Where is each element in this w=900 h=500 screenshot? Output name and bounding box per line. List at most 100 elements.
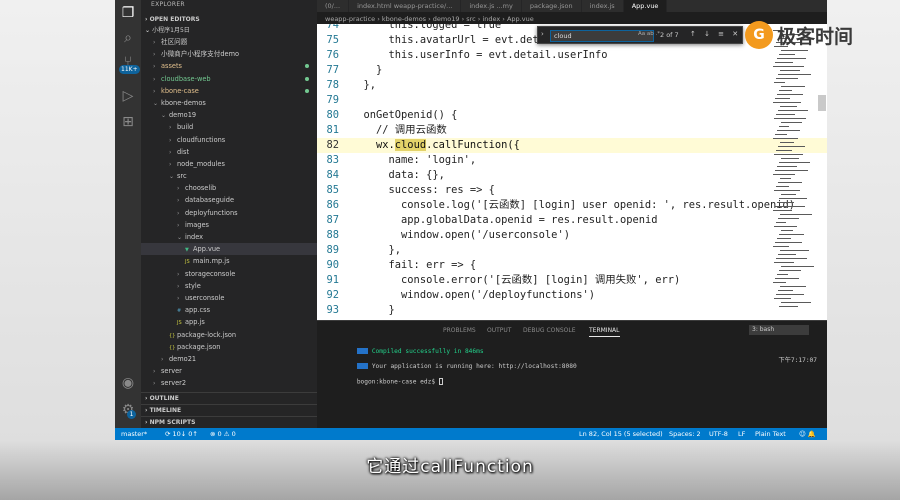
tree-item[interactable]: › cloudbase-web xyxy=(141,73,317,85)
files-icon[interactable]: ❐ xyxy=(118,3,138,23)
tree-item[interactable]: › databaseguide xyxy=(141,194,317,206)
tree-item[interactable]: ⌄ index xyxy=(141,231,317,243)
tree-item[interactable]: › dist xyxy=(141,146,317,158)
extensions-icon[interactable]: ⊞ xyxy=(118,112,138,132)
editor-scrollbar[interactable] xyxy=(818,95,826,111)
terminal-select[interactable]: 3: bash xyxy=(749,325,809,335)
minimap-line xyxy=(775,98,790,99)
tab-output[interactable]: OUTPUT xyxy=(487,327,511,334)
line-ending[interactable]: LF xyxy=(738,428,745,440)
toggle-replace-icon[interactable]: › xyxy=(541,30,544,38)
tree-item[interactable]: JS app.js xyxy=(141,316,317,328)
minimap[interactable] xyxy=(773,30,814,320)
line-number: 84 xyxy=(326,169,339,181)
cursor-position[interactable]: Ln 82, Col 15 (5 selected) xyxy=(579,428,663,440)
tree-item[interactable]: › server xyxy=(141,365,317,377)
timeline-section[interactable]: › TIMELINE xyxy=(141,404,317,416)
problems-indicator[interactable]: ⊗ 0 ⚠ 0 xyxy=(210,428,236,440)
code-line[interactable]: 84 data: {}, xyxy=(317,168,827,183)
editor-tab[interactable]: package.json xyxy=(522,0,582,12)
minimap-line xyxy=(778,218,799,219)
tree-item[interactable]: › assets xyxy=(141,60,317,72)
tree-item[interactable]: › images xyxy=(141,219,317,231)
code-line[interactable]: 82 wx.cloud.callFunction({ xyxy=(317,138,827,153)
open-editors-section[interactable]: › OPEN EDITORS xyxy=(141,14,317,25)
terminal-prompt[interactable]: bogon:kbone-case edz$ xyxy=(327,371,443,393)
code-line[interactable]: 78 }, xyxy=(317,78,827,93)
sync-indicator[interactable]: ⟳ 10↓ 0↑ xyxy=(165,428,198,440)
editor-tab[interactable]: index.html weapp-practice/... xyxy=(349,0,462,12)
code-line[interactable]: 79 xyxy=(317,93,827,108)
outline-section[interactable]: › OUTLINE xyxy=(141,392,317,404)
minimap-line xyxy=(775,134,787,135)
code-editor[interactable]: 74 this.logged = true 75 this.avatarUrl =… xyxy=(317,24,827,320)
tree-item[interactable]: › 社区问题 xyxy=(141,36,317,48)
tree-item[interactable]: › chooselib xyxy=(141,182,317,194)
minimap-line xyxy=(781,122,802,123)
tree-item[interactable]: › style xyxy=(141,280,317,292)
account-icon[interactable]: ◉ xyxy=(118,373,138,393)
code-line[interactable]: 89 }, xyxy=(317,243,827,258)
tree-item[interactable]: › 小微商户小程序支付demo xyxy=(141,48,317,60)
git-status-dot xyxy=(305,88,309,93)
tree-item[interactable]: # app.css xyxy=(141,304,317,316)
tab-terminal[interactable]: TERMINAL xyxy=(589,327,620,337)
code-line[interactable]: 88 window.open('/userconsole') xyxy=(317,228,827,243)
tab-problems[interactable]: PROBLEMS xyxy=(443,327,476,334)
tree-item[interactable]: {} package.json xyxy=(141,341,317,353)
run-debug-icon[interactable]: ▷ xyxy=(118,86,138,106)
code-line[interactable]: 93 } xyxy=(317,303,827,318)
minimap-line xyxy=(774,118,806,119)
code-line[interactable]: 92 window.open('/deployfunctions') xyxy=(317,288,827,303)
line-number: 74 xyxy=(326,24,339,31)
tree-item[interactable]: › demo21 xyxy=(141,353,317,365)
minimap-line xyxy=(777,166,797,167)
minimap-line xyxy=(781,158,799,159)
tree-item[interactable]: ⌄ demo19 xyxy=(141,109,317,121)
tree-item[interactable]: › server2 xyxy=(141,377,317,389)
tree-item[interactable]: › storageconsole xyxy=(141,268,317,280)
tree-item[interactable]: ⌄ src xyxy=(141,170,317,182)
minimap-line xyxy=(774,262,794,263)
code-line[interactable]: 87 app.globalData.openid = res.result.op… xyxy=(317,213,827,228)
line-number: 82 xyxy=(326,139,339,151)
code-line[interactable]: 85 success: res => { xyxy=(317,183,827,198)
code-line[interactable]: 81 // 调用云函数 xyxy=(317,123,827,138)
code-line[interactable]: 91 console.error('[云函数] [login] 调用失败', e… xyxy=(317,273,827,288)
search-icon[interactable]: ⌕ xyxy=(118,28,138,48)
editor-tab[interactable]: App.vue xyxy=(623,0,668,12)
npm-scripts-section[interactable]: › NPM SCRIPTS xyxy=(141,416,317,428)
tree-item[interactable]: › deployfunctions xyxy=(141,207,317,219)
branch-indicator[interactable]: master* xyxy=(121,428,147,440)
language-mode[interactable]: Plain Text xyxy=(755,428,786,440)
tree-item[interactable]: › kbone-case xyxy=(141,85,317,97)
indentation[interactable]: Spaces: 2 xyxy=(669,428,701,440)
tree-item[interactable]: › userconsole xyxy=(141,292,317,304)
find-options[interactable]: Aa ab .* xyxy=(638,31,660,37)
tree-item[interactable]: ▼ App.vue xyxy=(141,243,317,256)
tab-debug-console[interactable]: DEBUG CONSOLE xyxy=(523,327,576,334)
minimap-line xyxy=(775,278,799,279)
minimap-line xyxy=(773,66,804,67)
tree-item[interactable]: › build xyxy=(141,121,317,133)
project-section[interactable]: ⌄ 小程序1月5日 xyxy=(141,25,317,36)
tree-item-label: deployfunctions xyxy=(185,208,238,217)
tree-item[interactable]: JS main.mp.js xyxy=(141,255,317,267)
editor-tab[interactable]: index.js ...my xyxy=(461,0,522,12)
editor-tab[interactable]: index.js xyxy=(582,0,624,12)
minimap-line xyxy=(779,198,807,199)
find-nav-buttons[interactable]: ↑ ↓ ≡ ✕ xyxy=(690,30,741,38)
tree-item[interactable]: ⌄ kbone-demos xyxy=(141,97,317,109)
encoding[interactable]: UTF-8 xyxy=(709,428,728,440)
code-line[interactable]: 83 name: 'login', xyxy=(317,153,827,168)
code-line[interactable]: 86 console.log('[云函数] [login] user openi… xyxy=(317,198,827,213)
editor-tab[interactable]: (0/... xyxy=(317,0,350,12)
feedback-icons[interactable]: ☺ 🔔 xyxy=(799,428,816,440)
line-number: 85 xyxy=(326,184,339,196)
tree-item[interactable]: › node_modules xyxy=(141,158,317,170)
code-line[interactable]: 80 onGetOpenid() { xyxy=(317,108,827,123)
code-line[interactable]: 90 fail: err => { xyxy=(317,258,827,273)
tree-item[interactable]: › cloudfunctions xyxy=(141,134,317,146)
code-line[interactable]: 77 } xyxy=(317,63,827,78)
tree-item[interactable]: {} package-lock.json xyxy=(141,329,317,341)
